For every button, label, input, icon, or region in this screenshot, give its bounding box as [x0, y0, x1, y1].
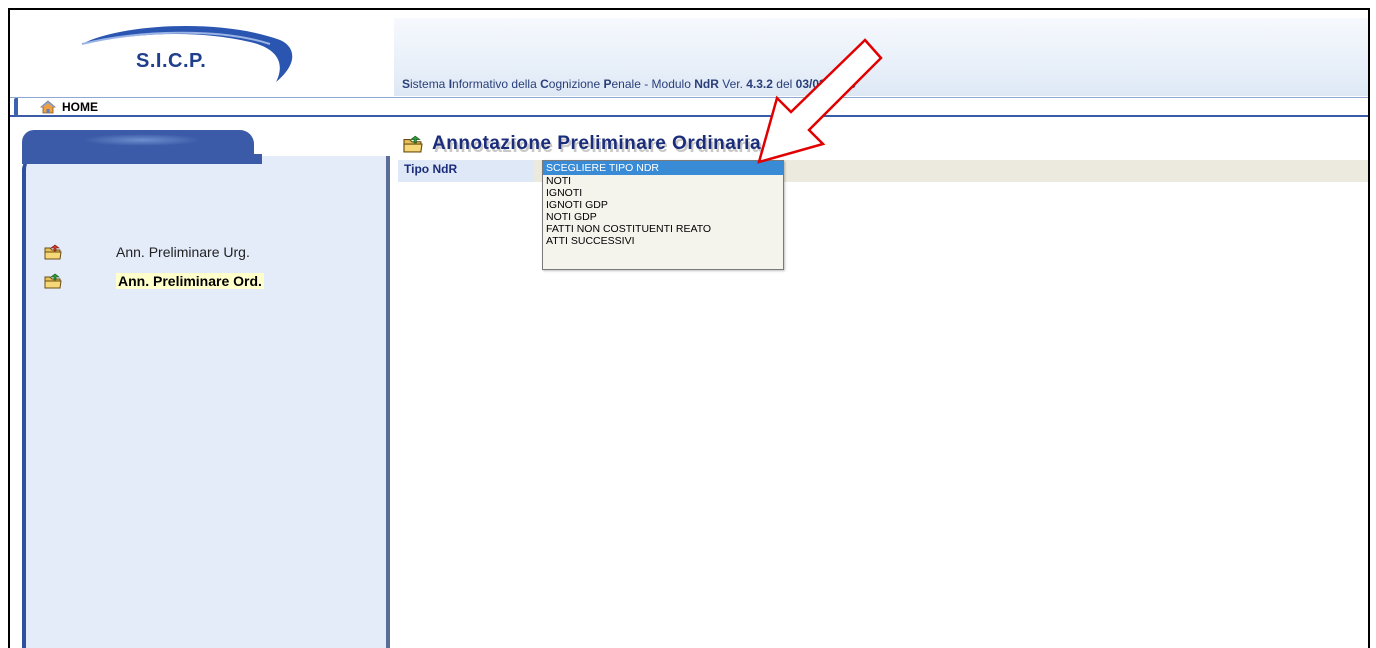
sidebar-item-label: Ann. Preliminare Ord. [116, 273, 264, 289]
home-icon [40, 100, 56, 114]
title-part: nformativo della [452, 77, 541, 91]
title-part: enale - Modulo [611, 77, 695, 91]
select-option[interactable]: NOTI [543, 175, 783, 187]
sidebar-panel: Ann. Preliminare Urg. Ann. Preliminare O… [22, 154, 390, 648]
page-title-row: Annotazione Preliminare Ordinaria [398, 131, 761, 157]
main-content: Annotazione Preliminare Ordinaria Tipo N… [398, 120, 1368, 648]
title-part: C [540, 77, 549, 91]
title-part: S [402, 77, 411, 91]
field-label-cell: Tipo NdR [398, 160, 534, 182]
tab-edge [14, 98, 18, 116]
select-option[interactable]: IGNOTI [543, 187, 783, 199]
sidebar-header-bar [22, 130, 254, 156]
sidebar-item-label: Ann. Preliminare Urg. [116, 244, 250, 260]
select-option[interactable]: IGNOTI GDP [543, 199, 783, 211]
sidebar-item-ann-preliminare-ord[interactable]: Ann. Preliminare Ord. [44, 271, 264, 291]
home-tab[interactable]: HOME [14, 98, 124, 116]
title-part: P [603, 77, 612, 91]
select-option[interactable]: ATTI SUCCESSIVI [543, 235, 783, 247]
title-part: Ver. [718, 77, 747, 91]
home-bar: HOME [10, 97, 1368, 117]
title-part: NdR [694, 77, 719, 91]
tipo-ndr-select[interactable]: SCEGLIERE TIPO NDR NOTI IGNOTI IGNOTI GD… [542, 160, 784, 270]
title-part: istema [410, 77, 449, 91]
sidebar: Ann. Preliminare Urg. Ann. Preliminare O… [10, 120, 394, 648]
home-link[interactable]: HOME [62, 100, 98, 114]
select-option[interactable]: NOTI GDP [543, 211, 783, 223]
page-title: Annotazione Preliminare Ordinaria [432, 133, 762, 154]
folder-icon [403, 135, 423, 153]
tipo-ndr-label: Tipo NdR [404, 162, 458, 176]
title-part: ognizione [548, 77, 604, 91]
sidebar-item-ann-preliminare-urg[interactable]: Ann. Preliminare Urg. [44, 242, 250, 262]
annotation-arrow-icon [757, 38, 883, 164]
select-option[interactable]: FATTI NON COSTITUENTI REATO [543, 223, 783, 235]
sidebar-wave-decoration [82, 134, 202, 146]
app-frame: S.I.C.P. Sistema Informativo della Cogni… [8, 8, 1370, 648]
app-logo: S.I.C.P. [136, 50, 207, 72]
header: S.I.C.P. Sistema Informativo della Cogni… [10, 10, 1368, 96]
folder-icon [44, 244, 62, 260]
folder-icon [44, 273, 62, 289]
